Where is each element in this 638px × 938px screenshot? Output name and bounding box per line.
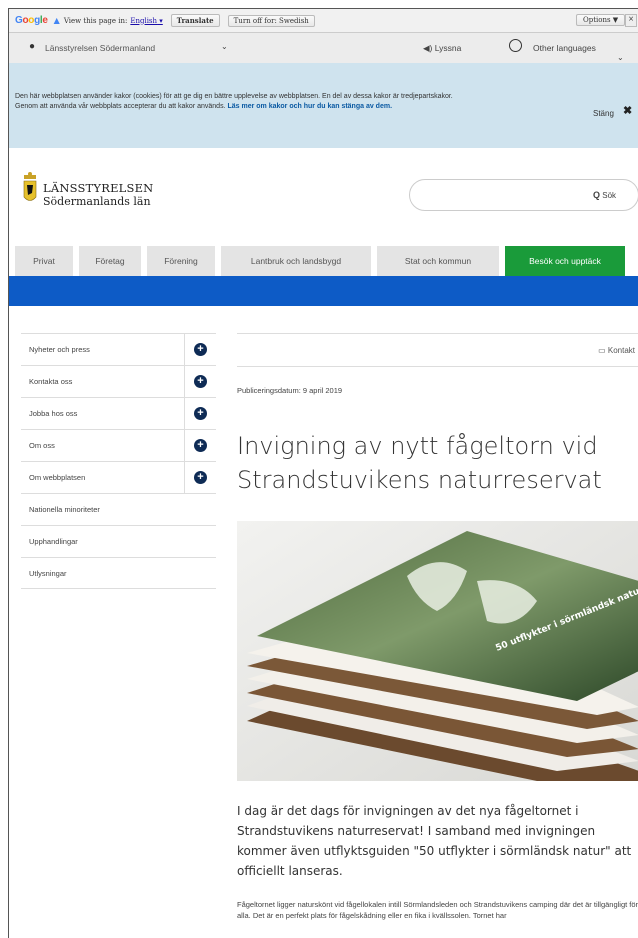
speaker-icon: ◀) — [423, 43, 433, 53]
sidebar-item-label: Upphandlingar — [29, 537, 78, 546]
logo-subtitle: Södermanlands län — [43, 195, 151, 208]
sidebar-item-label: Nationella minoriteter — [29, 505, 100, 514]
nav-tab-besok[interactable]: Besök och upptäck — [505, 246, 625, 276]
other-languages-button[interactable]: Other languages — [533, 43, 596, 53]
search-icon: Q — [593, 190, 601, 200]
expand-button[interactable]: + — [184, 430, 216, 461]
sidebar-item-om-webbplatsen[interactable]: Om webbplatsen + — [21, 461, 216, 493]
chevron-down-icon[interactable]: ⌄ — [221, 42, 228, 51]
turn-off-button[interactable]: Turn off for: Swedish — [227, 14, 315, 27]
speech-bubble-icon: ▭ — [598, 346, 606, 355]
plus-icon: + — [194, 343, 207, 356]
sidebar-item-label: Jobba hos oss — [29, 409, 78, 418]
article-body: Fågeltornet ligger naturskönt vid fågell… — [237, 900, 638, 920]
sidebar-item-minoriteter[interactable]: Nationella minoriteter — [21, 493, 216, 525]
translate-icon: ▲ — [53, 16, 60, 25]
cookie-info-link[interactable]: Läs mer om kakor och hur du kan stänga a… — [227, 103, 392, 110]
nav-tab-stat-kommun[interactable]: Stat och kommun — [377, 246, 499, 276]
translate-button[interactable]: Translate — [170, 14, 220, 27]
sidebar-item-label: Nyheter och press — [29, 345, 90, 354]
nav-tab-privat[interactable]: Privat — [15, 246, 73, 276]
chevron-down-icon[interactable]: ⌄ — [617, 53, 624, 62]
cookie-banner: Den här webbplatsen använder kakor (cook… — [9, 63, 638, 148]
expand-button[interactable]: + — [184, 398, 216, 429]
nav-tab-foretag[interactable]: Företag — [79, 246, 141, 276]
cookie-text: Den här webbplatsen använder kakor (cook… — [15, 93, 453, 110]
contact-link[interactable]: ▭ Kontakt — [598, 346, 635, 355]
sidebar-item-kontakta[interactable]: Kontakta oss + — [21, 365, 216, 397]
page-title: Invigning av nytt fågeltorn vid Strandst… — [237, 432, 602, 494]
location-pin-icon: ● — [29, 41, 36, 52]
site-selector[interactable]: Länsstyrelsen Södermanland — [45, 43, 155, 53]
language-select[interactable]: English ▾ — [130, 17, 162, 25]
sidebar-nav: Nyheter och press + Kontakta oss + Jobba… — [21, 333, 216, 589]
plus-icon: + — [194, 471, 207, 484]
logo-title: LÄNSSTYRELSEN — [43, 181, 154, 195]
expand-button[interactable]: + — [184, 334, 216, 365]
close-icon[interactable]: ✖ — [623, 106, 632, 117]
sidebar-item-utlysningar[interactable]: Utlysningar — [21, 557, 216, 589]
google-logo: Google — [15, 15, 48, 26]
globe-icon — [509, 39, 522, 52]
section-band — [9, 276, 638, 306]
main-nav: Privat Företag Förening Lantbruk och lan… — [9, 246, 638, 276]
translate-close-button[interactable]: × — [625, 14, 637, 27]
sidebar-item-jobba[interactable]: Jobba hos oss + — [21, 397, 216, 429]
county-crest-logo[interactable] — [21, 171, 39, 207]
sidebar-item-label: Utlysningar — [29, 568, 67, 578]
view-page-label: View this page in: — [63, 16, 128, 25]
site-logo[interactable]: LÄNSSTYRELSEN Södermanlands län — [43, 181, 153, 209]
plus-icon: + — [194, 439, 207, 452]
sidebar-item-upphandlingar[interactable]: Upphandlingar — [21, 525, 216, 557]
sidebar-item-om-oss[interactable]: Om oss + — [21, 429, 216, 461]
publish-date: Publiceringsdatum: 9 april 2019 — [237, 386, 343, 395]
expand-button[interactable]: + — [184, 462, 216, 493]
plus-icon: + — [194, 375, 207, 388]
translate-bar: Google ▲ View this page in: English ▾ Tr… — [9, 9, 638, 33]
expand-button[interactable]: + — [184, 366, 216, 397]
sidebar-item-label: Om oss — [29, 441, 55, 450]
browser-viewport: Google ▲ View this page in: English ▾ Tr… — [8, 8, 638, 938]
listen-button[interactable]: ◀) Lyssna — [423, 43, 461, 54]
plus-icon: + — [194, 407, 207, 420]
article-lead: I dag är det dags för invigningen av det… — [237, 804, 632, 878]
utility-bar: ● Länsstyrelsen Södermanland ⌄ ◀) Lyssna… — [9, 33, 638, 63]
article-hero-image: 50 utflykter i sörmländsk natur — [237, 521, 638, 781]
options-button[interactable]: Options ▼ — [576, 14, 626, 26]
search-button[interactable]: Q Sök — [593, 190, 616, 200]
nav-tab-lantbruk[interactable]: Lantbruk och landsbygd — [221, 246, 371, 276]
cookie-close-label[interactable]: Stäng — [593, 109, 614, 119]
nav-tab-forening[interactable]: Förening — [147, 246, 215, 276]
contact-row: ▭ Kontakt — [237, 333, 638, 367]
sidebar-item-label: Kontakta oss — [29, 377, 73, 386]
sidebar-item-label: Om webbplatsen — [29, 473, 86, 482]
sidebar-item-nyheter[interactable]: Nyheter och press + — [21, 333, 216, 365]
